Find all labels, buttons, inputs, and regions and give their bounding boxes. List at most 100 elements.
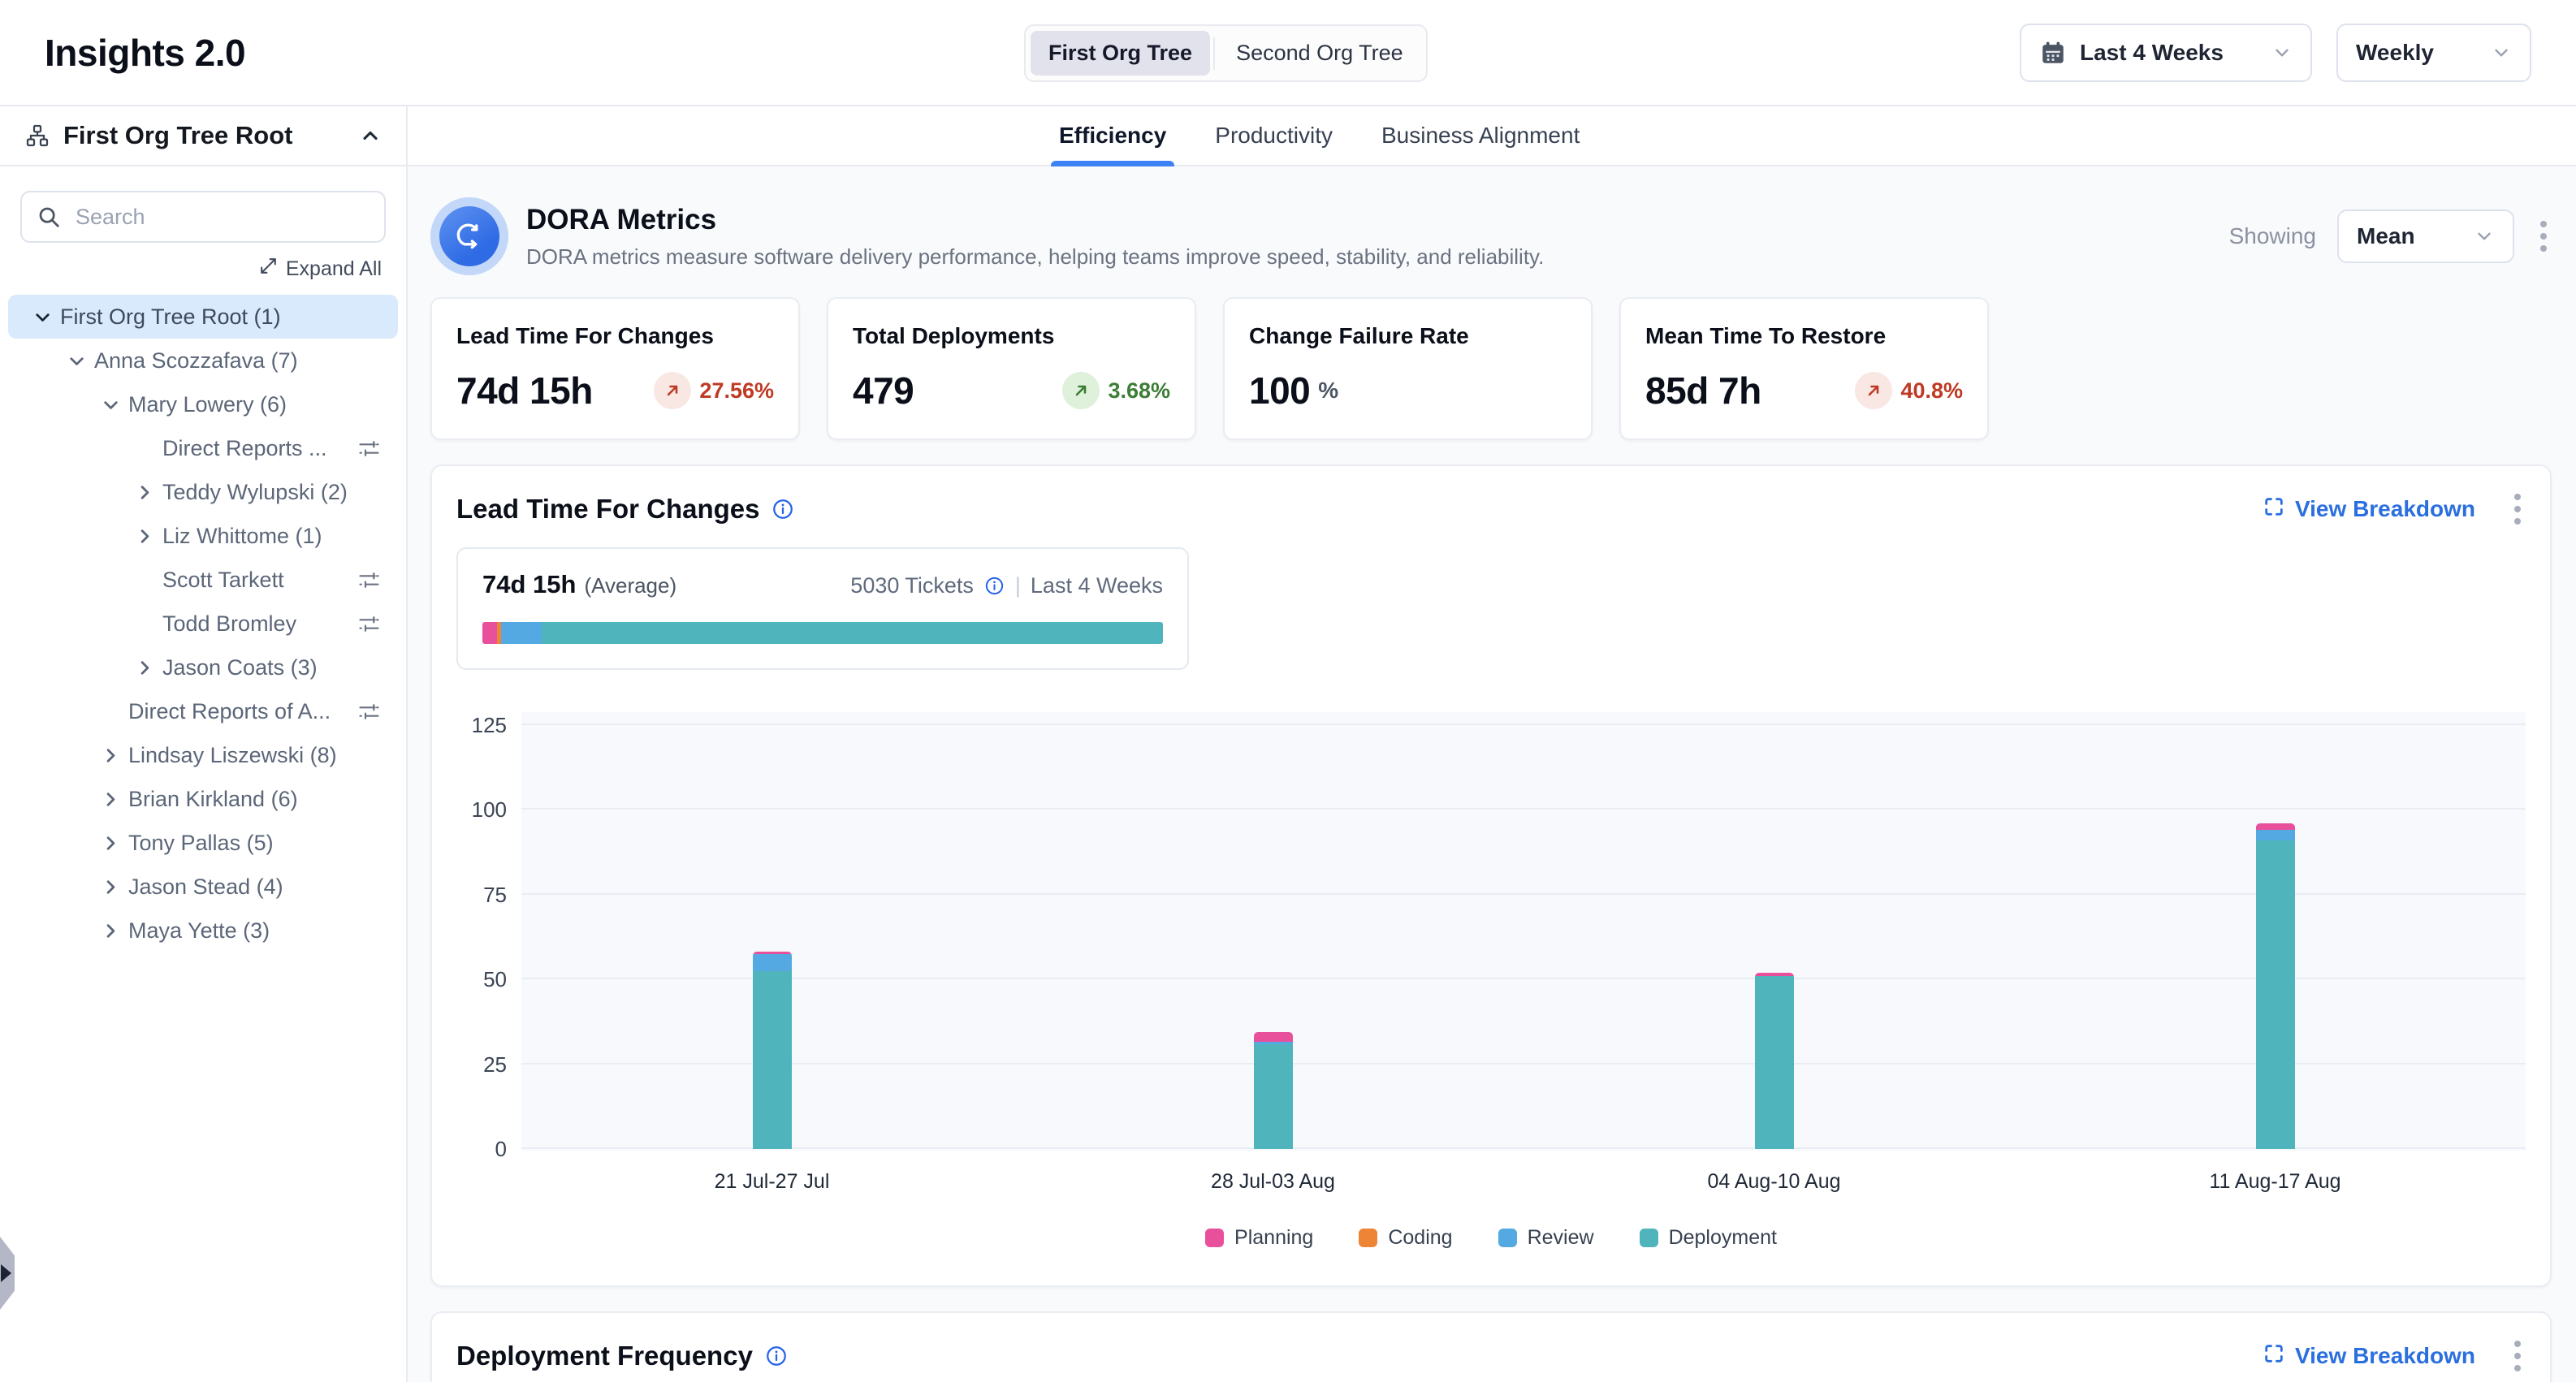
sidebar-collapse-handle[interactable] [0,1237,15,1310]
dora-subtitle: DORA metrics measure software delivery p… [526,244,1544,270]
chevron-right-icon[interactable] [93,920,128,942]
chevron-right-icon[interactable] [93,745,128,767]
tree-item[interactable]: First Org Tree Root (1) [8,295,398,339]
stacked-bar[interactable] [1755,973,1794,1149]
legend-item-review[interactable]: Review [1498,1226,1594,1250]
kebab-menu-icon[interactable] [2535,216,2552,257]
metric-card-title: Change Failure Rate [1249,323,1567,349]
search-input[interactable] [20,191,386,243]
granularity-select[interactable]: Weekly [2336,24,2531,82]
chevron-down-icon[interactable] [93,394,128,416]
stacked-bar[interactable] [753,952,792,1149]
metric-card-value: 479 [853,369,914,412]
top-controls: Last 4 Weeks Weekly [2020,24,2531,82]
tree-item[interactable]: Tony Pallas (5) [8,821,398,865]
delta-percent: 40.8% [1900,378,1963,404]
kebab-menu-icon[interactable] [2509,1336,2526,1376]
tabs: Efficiency Productivity Business Alignment [408,106,2576,165]
showing-select[interactable]: Mean [2337,209,2514,263]
sidebar-title: First Org Tree Root [63,121,292,150]
delta-badge: 3.68% [1062,372,1170,409]
expand-all-button[interactable]: Expand All [0,256,406,282]
chevron-down-icon[interactable] [58,350,94,372]
bar-segment-deployment [753,971,792,1149]
info-icon[interactable] [983,575,1005,597]
sliders-icon[interactable] [357,699,382,724]
tree-item[interactable]: Anna Scozzafava (7) [8,339,398,382]
tree-item[interactable]: Jason Stead (4) [8,865,398,909]
kebab-menu-icon[interactable] [2509,489,2526,529]
legend-item-planning[interactable]: Planning [1205,1226,1313,1250]
chevron-right-icon[interactable] [93,832,128,854]
tab-business-alignment[interactable]: Business Alignment [1378,106,1583,165]
metric-card: Lead Time For Changes74d 15h27.56% [430,297,800,440]
legend-swatch [1359,1229,1377,1247]
legend-item-deployment[interactable]: Deployment [1640,1226,1777,1250]
sidebar: First Org Tree Root Expand All First Org… [0,106,408,1382]
sidebar-header: First Org Tree Root [0,106,406,166]
tab-efficiency[interactable]: Efficiency [1056,106,1169,165]
tree-item[interactable]: Mary Lowery (6) [8,382,398,426]
legend-swatch [1205,1229,1224,1247]
chevron-right-icon[interactable] [93,788,128,810]
tree-item[interactable]: Todd Bromley [8,602,398,646]
tree-item-label: First Org Tree Root (1) [60,304,281,330]
org-tree-icon [24,123,50,149]
info-icon[interactable] [764,1344,789,1368]
legend-item-coding[interactable]: Coding [1359,1226,1452,1250]
tree-item[interactable]: Liz Whittome (1) [8,514,398,558]
view-breakdown-button[interactable]: View Breakdown [2263,495,2475,524]
topbar: Insights 2.0 First Org TreeSecond Org Tr… [0,0,2576,106]
bar-segment-planning [1254,1032,1293,1043]
tree-item-label: Brian Kirkland (6) [128,787,298,812]
phase-segment-review [501,622,542,644]
chevron-right-icon[interactable] [127,482,162,503]
date-range-select[interactable]: Last 4 Weeks [2020,24,2312,82]
tree-item[interactable]: Direct Reports of A... [8,689,398,733]
tree-item-label: Mary Lowery (6) [128,392,287,417]
deployment-frequency-title: Deployment Frequency [456,1341,753,1371]
stacked-bar[interactable] [1254,1032,1293,1149]
tree-item[interactable]: Jason Coats (3) [8,646,398,689]
chevron-down-icon[interactable] [24,306,60,328]
x-tick-label: 04 Aug-10 Aug [1524,1170,2025,1194]
tree-item-label: Direct Reports ... [162,436,327,461]
sliders-icon[interactable] [357,436,382,461]
y-tick-label: 25 [483,1054,507,1075]
chevron-up-icon[interactable] [359,124,382,147]
chevron-right-icon[interactable] [127,657,162,679]
sliders-icon[interactable] [357,611,382,637]
deployment-frequency-panel: Deployment Frequency View Breakdown [430,1311,2552,1382]
tree-item[interactable]: Maya Yette (3) [8,909,398,952]
stacked-bar[interactable] [2256,823,2295,1149]
legend-label: Planning [1234,1226,1313,1250]
chevron-right-icon[interactable] [93,876,128,898]
metric-card-value: 85d 7h [1645,369,1761,412]
tree-item-label: Anna Scozzafava (7) [94,348,298,374]
dora-cycle-icon [439,206,499,266]
tree-item-label: Todd Bromley [162,611,296,637]
summary-value: 74d 15h [482,570,576,599]
tab-productivity[interactable]: Productivity [1212,106,1336,165]
metric-card-title: Total Deployments [853,323,1170,349]
sliders-icon[interactable] [357,568,382,593]
tree-item[interactable]: Scott Tarkett [8,558,398,602]
org-tree-toggle: First Org TreeSecond Org Tree [1024,24,1428,82]
view-breakdown-button[interactable]: View Breakdown [2263,1342,2475,1371]
chevron-right-icon[interactable] [127,525,162,547]
x-tick-label: 11 Aug-17 Aug [2025,1170,2526,1194]
org-tree-option[interactable]: First Org Tree [1031,31,1210,76]
tree-item[interactable]: Brian Kirkland (6) [8,777,398,821]
tree-item[interactable]: Lindsay Liszewski (8) [8,733,398,777]
phase-distribution-bar [482,622,1163,644]
tree-item[interactable]: Teddy Wylupski (2) [8,470,398,514]
trend-up-icon [1855,372,1892,409]
legend-label: Review [1528,1226,1594,1250]
trend-up-icon [1062,372,1100,409]
tickets-count: 5030 Tickets [850,573,974,598]
tree-item[interactable]: Direct Reports ... [8,426,398,470]
y-tick-label: 100 [472,799,507,820]
info-icon[interactable] [771,497,795,521]
org-tree-option[interactable]: Second Org Tree [1218,31,1421,76]
lead-time-panel: Lead Time For Changes View Breakdown [430,464,2552,1287]
